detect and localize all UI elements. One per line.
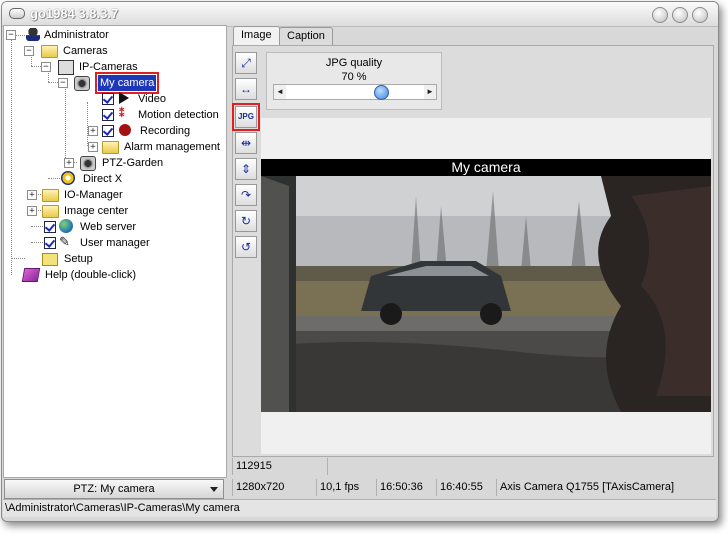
jpg-quality-slider[interactable]: ◄ ► bbox=[273, 84, 437, 100]
users-icon: ✎ bbox=[59, 234, 70, 249]
chevron-down-icon bbox=[210, 487, 218, 492]
camera-icon bbox=[74, 76, 90, 91]
narrow-icon[interactable]: ⇹ bbox=[235, 132, 257, 154]
rotate-icon[interactable]: ↷ bbox=[235, 184, 257, 206]
directx-icon bbox=[61, 171, 75, 185]
camera-title-caption: My camera bbox=[261, 159, 711, 176]
folder-open-icon bbox=[41, 45, 58, 58]
slider-right-arrow-icon[interactable]: ► bbox=[424, 85, 436, 99]
user-manager-checkbox[interactable] bbox=[44, 237, 56, 249]
frame-count: 112915 bbox=[232, 458, 327, 475]
time-2: 16:40:55 bbox=[436, 479, 496, 496]
tree-label: Help (double-click) bbox=[45, 269, 137, 281]
jpg-quality-panel: JPG quality 70 % ◄ ► bbox=[266, 52, 442, 110]
camera-icon bbox=[80, 156, 96, 171]
setup-icon bbox=[42, 253, 58, 266]
path-bar: \Administrator\Cameras\IP-Cameras\My cam… bbox=[3, 499, 716, 517]
camera-scene bbox=[261, 176, 711, 412]
slider-thumb[interactable] bbox=[374, 85, 389, 100]
web-server-checkbox[interactable] bbox=[44, 221, 56, 233]
ip-camera-group-icon bbox=[58, 60, 74, 75]
tree-label: Direct X bbox=[83, 173, 123, 185]
tab-image[interactable]: Image bbox=[233, 26, 280, 46]
expand-icon[interactable]: + bbox=[88, 126, 98, 136]
play-icon bbox=[119, 92, 129, 104]
expand-icon[interactable]: + bbox=[64, 158, 74, 168]
admin-user-icon bbox=[26, 28, 40, 41]
tree-label: Motion detection bbox=[138, 109, 219, 121]
tree-label: Web server bbox=[80, 221, 137, 233]
tree-label: PTZ-Garden bbox=[102, 157, 164, 169]
collapse-icon[interactable]: − bbox=[58, 78, 68, 88]
record-icon bbox=[119, 124, 131, 136]
ptz-select[interactable]: PTZ: My camera bbox=[4, 479, 224, 499]
folder-icon bbox=[42, 189, 59, 202]
tree-label: Image center bbox=[64, 205, 129, 217]
time-1: 16:50:36 bbox=[376, 479, 436, 496]
help-book-icon bbox=[21, 268, 41, 282]
jpg-quality-value: 70 % bbox=[341, 71, 367, 83]
navigation-tree: − Administrator − Cameras − IP-Cameras −… bbox=[3, 25, 227, 478]
device-name: Axis Camera Q1755 [TAxisCamera] bbox=[496, 479, 714, 496]
minimize-button[interactable] bbox=[652, 7, 668, 23]
tree-label-selected: My camera bbox=[94, 72, 160, 94]
status-empty bbox=[327, 458, 714, 475]
tree-label: Recording bbox=[140, 125, 191, 137]
tree-label: IO-Manager bbox=[64, 189, 123, 201]
folder-icon bbox=[102, 141, 119, 154]
maximize-button[interactable] bbox=[672, 7, 688, 23]
recording-checkbox[interactable] bbox=[102, 125, 114, 137]
resolution: 1280x720 bbox=[232, 479, 316, 496]
app-icon bbox=[9, 8, 25, 19]
expand-icon[interactable]: + bbox=[88, 142, 98, 152]
tree-label: User manager bbox=[80, 237, 150, 249]
close-button[interactable] bbox=[692, 7, 708, 23]
folder-icon bbox=[42, 205, 59, 218]
tab-caption[interactable]: Caption bbox=[279, 27, 333, 45]
fps: 10,1 fps bbox=[316, 479, 376, 496]
tree-label: Setup bbox=[64, 253, 93, 265]
jpg-quality-label: JPG quality bbox=[325, 57, 383, 69]
motion-detection-checkbox[interactable] bbox=[102, 109, 114, 121]
compress-icon[interactable]: ⇕ bbox=[235, 158, 257, 180]
motion-icon: ⁑ bbox=[119, 108, 125, 120]
tree-label: Cameras bbox=[63, 45, 108, 57]
tree-label: Administrator bbox=[44, 29, 109, 41]
ptz-select-value: PTZ: My camera bbox=[73, 483, 155, 495]
tree-label: IP-Cameras bbox=[79, 61, 138, 73]
rotate-cw-icon[interactable]: ↻ bbox=[235, 210, 257, 232]
collapse-icon[interactable]: − bbox=[6, 30, 16, 40]
window-title: go1984 3.8.3.7 bbox=[30, 6, 119, 21]
stretch-icon[interactable]: ↔ bbox=[235, 78, 257, 100]
collapse-icon[interactable]: − bbox=[41, 62, 51, 72]
expand-icon[interactable]: + bbox=[27, 206, 37, 216]
fit-icon[interactable]: ⤢ bbox=[235, 52, 257, 74]
globe-icon bbox=[59, 219, 73, 233]
jpg-icon[interactable]: JPG bbox=[232, 103, 260, 131]
rotate-ccw-icon[interactable]: ↺ bbox=[235, 236, 257, 258]
video-checkbox[interactable] bbox=[102, 93, 114, 105]
camera-image bbox=[261, 176, 711, 412]
slider-left-arrow-icon[interactable]: ◄ bbox=[274, 85, 286, 99]
expand-icon[interactable]: + bbox=[27, 190, 37, 200]
title-bar: go1984 3.8.3.7 bbox=[2, 2, 718, 27]
collapse-icon[interactable]: − bbox=[24, 46, 34, 56]
tree-label: Video bbox=[138, 93, 166, 105]
tree-label: Alarm management bbox=[124, 141, 220, 153]
